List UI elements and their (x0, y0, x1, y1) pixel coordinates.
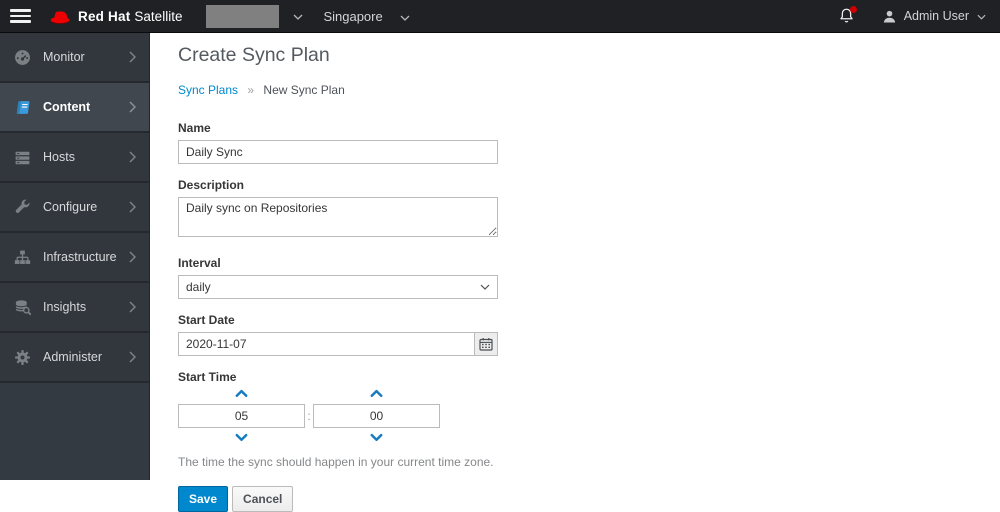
name-input[interactable] (178, 140, 498, 164)
location-label: Singapore (323, 8, 383, 24)
description-textarea[interactable]: Daily sync on Repositories (178, 197, 498, 237)
book-icon (16, 100, 30, 114)
sidebar-item-monitor[interactable]: Monitor (0, 33, 149, 83)
server-icon (15, 151, 30, 164)
start-time-field-group: Start Time : (178, 370, 498, 443)
breadcrumb-current: New Sync Plan (263, 83, 345, 97)
save-button[interactable]: Save (178, 486, 229, 512)
minutes-increment-button[interactable] (370, 389, 383, 399)
notification-badge (849, 6, 857, 13)
chevron-right-icon (129, 301, 136, 313)
chevron-right-icon (129, 351, 136, 363)
chevron-down-icon (977, 9, 986, 23)
name-label: Name (178, 121, 211, 135)
chevron-down-icon (400, 9, 410, 24)
breadcrumb-link-sync-plans[interactable]: Sync Plans (178, 83, 238, 97)
chevron-right-icon (129, 151, 136, 163)
hours-input[interactable] (178, 404, 305, 428)
sidebar-item-label: Infrastructure (43, 250, 117, 264)
main-content: Create Sync Plan Sync Plans » New Sync P… (151, 33, 1000, 512)
description-field-group: Description Daily sync on Repositories (178, 178, 498, 242)
navbar-right: Admin User (838, 6, 986, 25)
interval-label: Interval (178, 256, 221, 270)
sidebar-item-infrastructure[interactable]: Infrastructure (0, 233, 149, 283)
start-date-label: Start Date (178, 313, 235, 327)
chevron-down-icon (370, 433, 383, 442)
wrench-icon (15, 199, 30, 213)
minutes-input[interactable] (313, 404, 440, 428)
sidebar-nav: Monitor Content Hosts Configure Infrastr… (0, 33, 150, 480)
sidebar-item-label: Insights (43, 300, 87, 314)
page-title: Create Sync Plan (178, 44, 330, 66)
description-label: Description (178, 178, 245, 192)
start-date-input[interactable] (178, 332, 474, 356)
location-selector[interactable]: Singapore (323, 8, 410, 24)
sidebar-item-hosts[interactable]: Hosts (0, 133, 149, 183)
interval-field-group: Interval (178, 256, 498, 299)
time-separator: : (307, 409, 311, 423)
sidebar-item-label: Hosts (43, 150, 75, 164)
database-search-icon (15, 299, 31, 315)
sidebar-item-label: Configure (43, 200, 98, 214)
sidebar-item-label: Content (43, 100, 91, 114)
name-field-group: Name (178, 121, 498, 164)
chevron-right-icon (129, 51, 136, 63)
organization-selector[interactable] (206, 4, 303, 28)
time-spinner: : (178, 389, 498, 443)
calendar-picker-button[interactable] (474, 332, 498, 356)
user-icon (883, 10, 895, 22)
sidebar-item-configure[interactable]: Configure (0, 183, 149, 233)
hours-increment-button[interactable] (235, 389, 248, 399)
brand-name: Red Hat (78, 8, 131, 24)
chevron-right-icon (129, 201, 136, 213)
redhat-fedora-icon (50, 11, 70, 24)
calendar-icon (479, 338, 493, 351)
chevron-down-icon (235, 433, 248, 442)
chevron-up-icon (370, 389, 383, 398)
user-name-label: Admin User (903, 9, 969, 23)
top-navbar: Red Hat Satellite Singapore Admin User (0, 0, 1000, 33)
organization-name-redacted (206, 4, 280, 28)
tachometer-icon (15, 49, 30, 65)
notifications-bell-icon[interactable] (838, 6, 857, 25)
form-actions: Save Cancel (178, 486, 1000, 512)
sitemap-icon (14, 250, 31, 264)
sync-plan-form: Name Description Daily sync on Repositor… (178, 121, 1000, 512)
gear-icon (15, 349, 30, 365)
brand-logo: Red Hat Satellite (49, 9, 182, 24)
start-time-help-text: The time the sync should happen in your … (178, 455, 494, 469)
brand-product: Satellite (134, 8, 183, 24)
sidebar-item-label: Monitor (43, 50, 85, 64)
nav-toggle-button[interactable] (10, 9, 32, 23)
sidebar-item-insights[interactable]: Insights (0, 283, 149, 333)
breadcrumb: Sync Plans » New Sync Plan (178, 83, 1000, 97)
sidebar-item-administer[interactable]: Administer (0, 333, 149, 383)
user-menu[interactable]: Admin User (882, 9, 986, 24)
chevron-right-icon (129, 251, 136, 263)
chevron-right-icon (129, 101, 136, 113)
chevron-up-icon (235, 389, 248, 398)
interval-select[interactable] (178, 275, 498, 299)
hours-decrement-button[interactable] (235, 433, 248, 443)
minutes-decrement-button[interactable] (370, 433, 383, 443)
chevron-down-icon (293, 7, 303, 25)
sidebar-item-content[interactable]: Content (0, 83, 149, 133)
start-time-label: Start Time (178, 370, 237, 384)
cancel-button[interactable]: Cancel (232, 486, 294, 512)
start-date-field-group: Start Date (178, 313, 498, 356)
sidebar-item-label: Administer (43, 350, 103, 364)
breadcrumb-separator: » (247, 83, 255, 97)
